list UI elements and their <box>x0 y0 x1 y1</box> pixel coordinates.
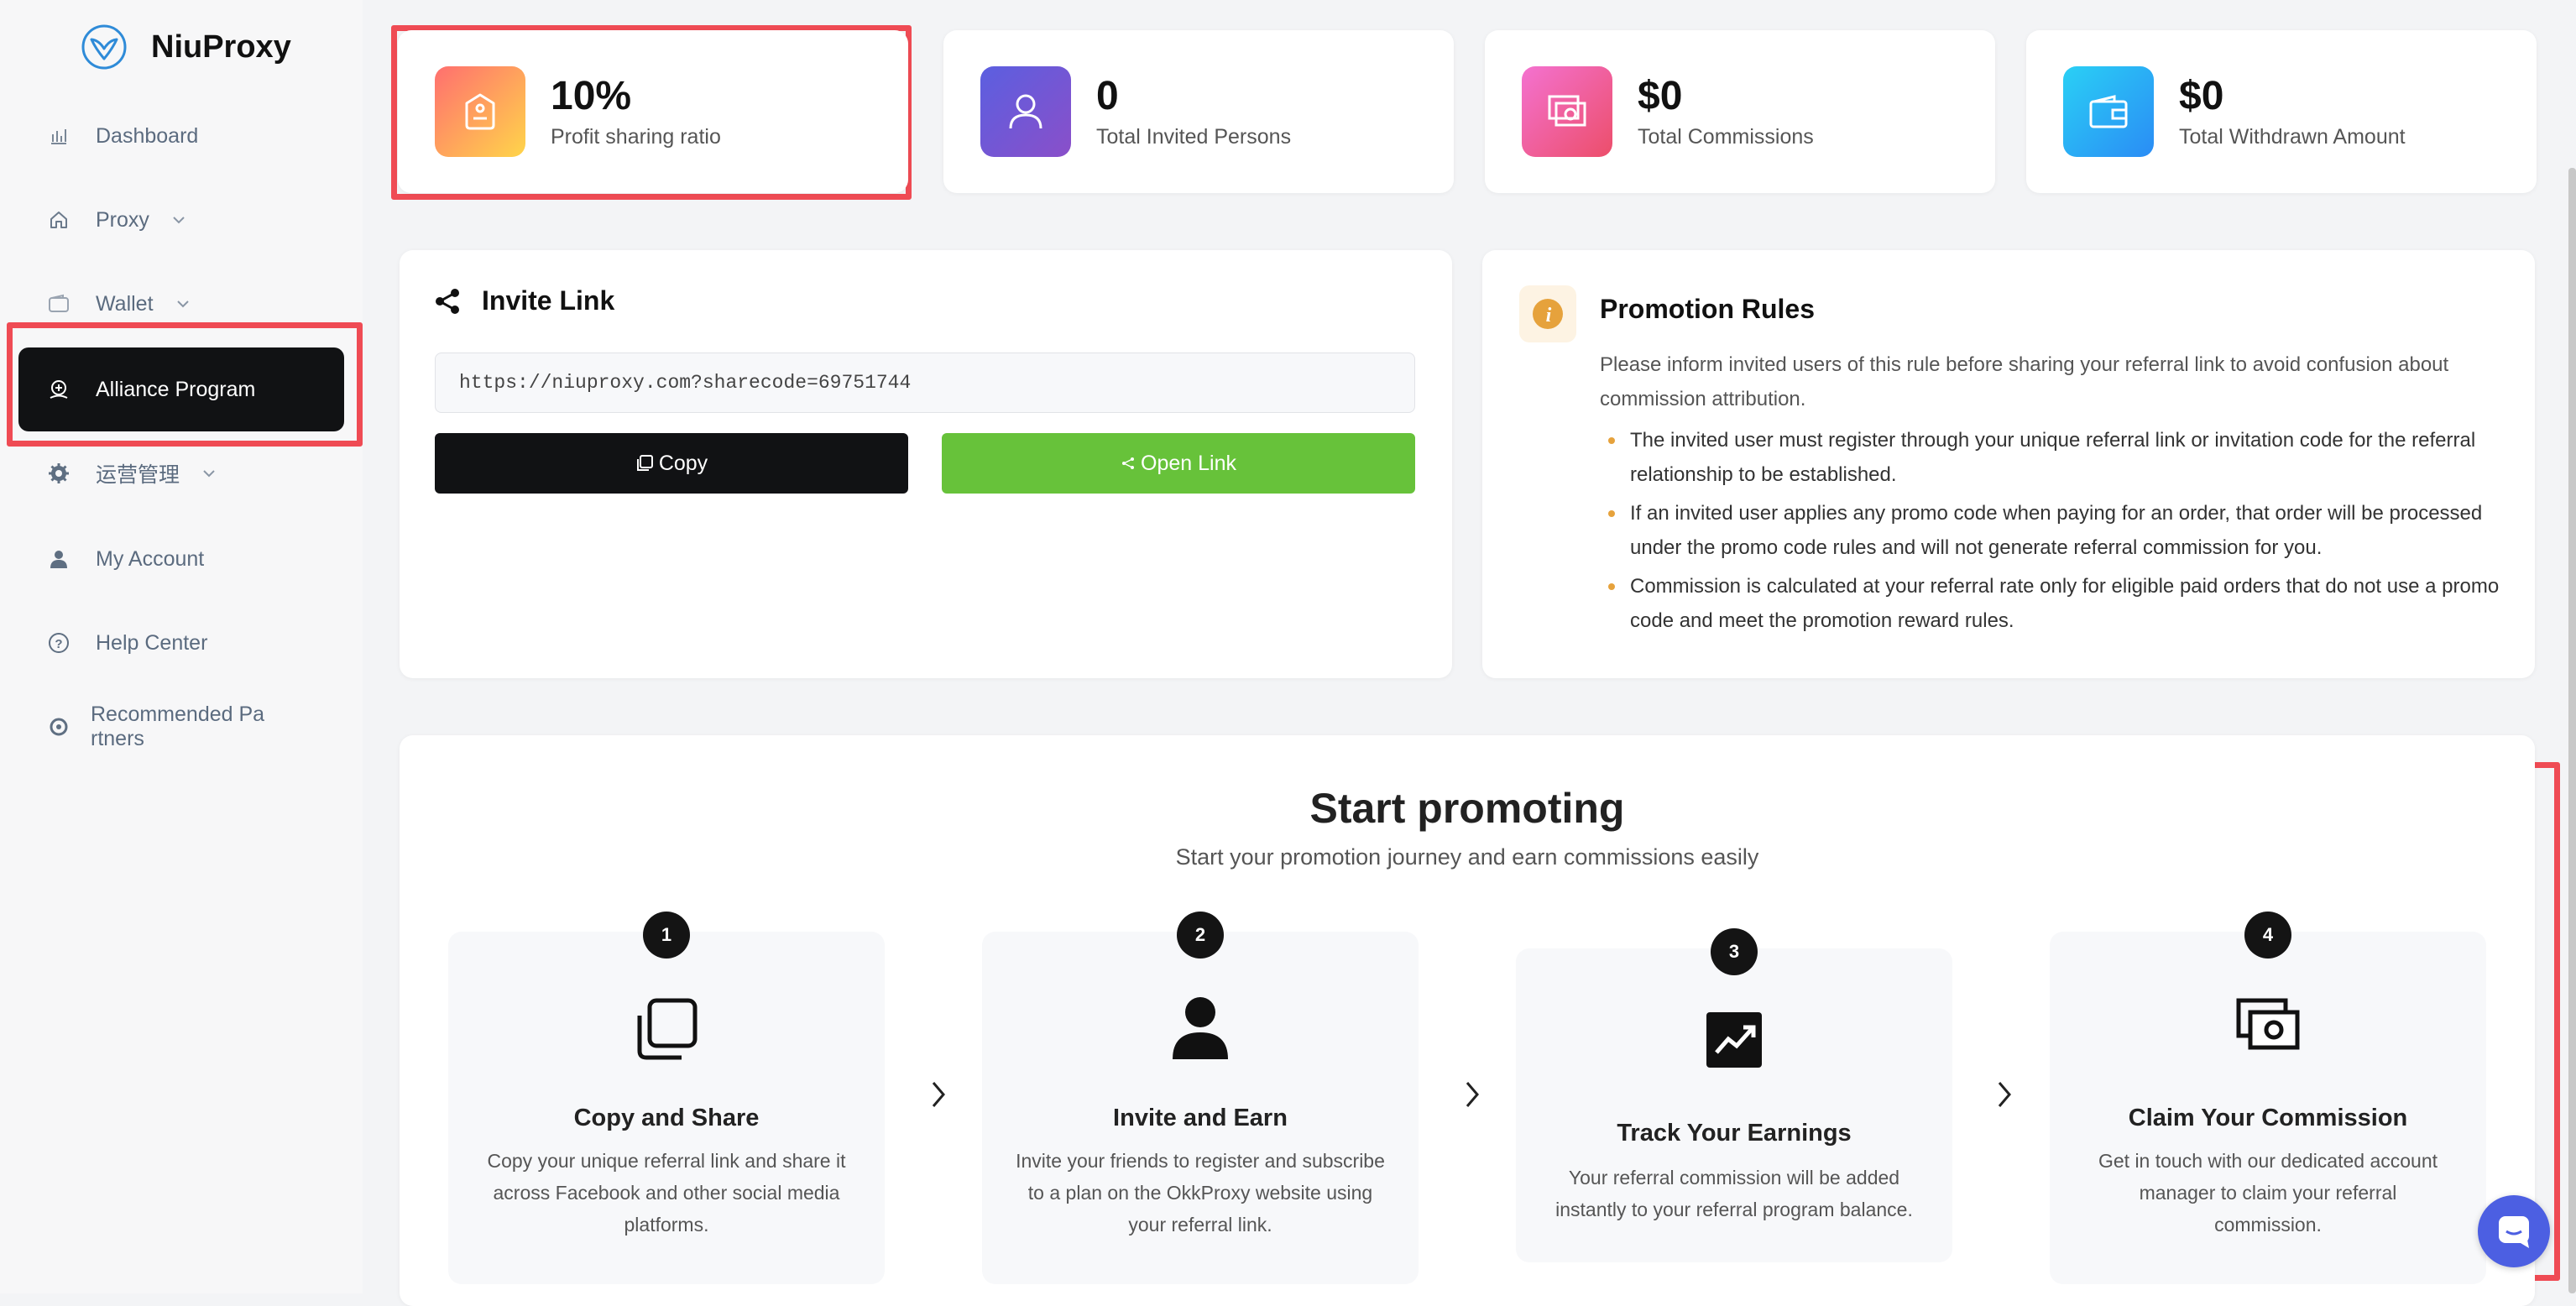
logo[interactable]: NiuProxy <box>81 24 291 71</box>
chevron-down-icon[interactable] <box>175 296 191 311</box>
step-title: Copy and Share <box>573 1105 760 1131</box>
list-item: Commission is calculated at your referra… <box>1600 569 2515 638</box>
step-description: Copy your unique referral link and share… <box>487 1150 846 1235</box>
sidebar-item-label: Help Center <box>96 630 208 655</box>
stat-value: 10% <box>551 73 632 118</box>
step-description: Get in touch with our dedicated account … <box>2098 1150 2438 1235</box>
sidebar-item-proxy[interactable]: Proxy <box>18 178 344 262</box>
invite-link-title: Invite Link <box>433 285 614 316</box>
stat-label: Total Invited Persons <box>1096 124 1292 149</box>
wallet-icon <box>2063 66 2154 157</box>
sidebar-item-label: Proxy <box>96 207 149 232</box>
share-icon <box>436 288 459 314</box>
chart-icon <box>1516 1012 1952 1068</box>
sidebar-item-wallet[interactable]: Wallet <box>18 262 344 346</box>
svg-text:?: ? <box>55 637 62 651</box>
step-card-claim-commission: 4 Claim Your Commission Get in touch wit… <box>2050 912 2486 1284</box>
sidebar-item-label: Alliance Program <box>96 377 256 401</box>
chevron-right-icon <box>1466 1082 1479 1107</box>
step-title: Claim Your Commission <box>2128 1105 2408 1131</box>
tag-icon <box>435 66 525 157</box>
money-icon <box>1522 66 1612 157</box>
open-link-button[interactable]: Open Link <box>942 433 1415 494</box>
stat-label: Profit sharing ratio <box>551 124 721 149</box>
chevron-right-icon <box>932 1082 945 1107</box>
chevron-right-icon <box>1998 1082 2011 1107</box>
stat-label: Total Withdrawn Amount <box>2179 124 2406 149</box>
step-description: Your referral commission will be added i… <box>1555 1167 1913 1220</box>
person-icon <box>980 66 1071 157</box>
step-title: Invite and Earn <box>1113 1105 1288 1131</box>
partners-icon <box>47 715 71 739</box>
chevron-down-icon[interactable] <box>201 466 217 481</box>
promotion-rules-intro: Please inform invited users of this rule… <box>1600 353 2449 410</box>
share-icon <box>1122 457 1135 469</box>
alliance-icon <box>47 378 71 401</box>
step-number: 4 <box>2244 912 2291 959</box>
money-icon <box>2050 997 2486 1053</box>
info-icon: i <box>1519 285 1576 342</box>
stat-value: $0 <box>2179 73 2224 118</box>
chat-icon <box>2499 1216 2529 1248</box>
promotion-rules-list: The invited user must register through y… <box>1600 423 2515 642</box>
promotion-rules-title: Promotion Rules <box>1600 294 1816 324</box>
list-item: If an invited user applies any promo cod… <box>1600 496 2515 565</box>
start-promoting-section: Start promoting Start your promotion jou… <box>400 735 2535 1306</box>
sidebar-item-my-account[interactable]: My Account <box>18 517 344 601</box>
wallet-icon <box>47 292 71 316</box>
sidebar-item-label: Recommended Pa rtners <box>91 703 265 750</box>
bullet-dot <box>1608 510 1615 517</box>
stat-value: $0 <box>1638 73 1683 118</box>
promotion-rules-card: i Promotion Rules Please inform invited … <box>1482 250 2535 678</box>
sidebar-item-label: Wallet <box>96 291 154 316</box>
dashboard-icon <box>47 124 71 148</box>
step-description: Invite your friends to register and subs… <box>1016 1150 1385 1235</box>
sidebar-item-label: 运营管理 <box>96 463 180 487</box>
sidebar: NiuProxy Dashboard Proxy Wallet Alliance… <box>0 0 363 1293</box>
sidebar-item-label: Dashboard <box>96 123 199 148</box>
step-card-invite-earn: 2 Invite and Earn Invite your friends to… <box>982 912 1419 1284</box>
stat-card-profit-ratio: 10% Profit sharing ratio <box>398 30 908 193</box>
person-icon <box>982 995 1419 1059</box>
bullet-dot <box>1608 437 1615 444</box>
sidebar-item-recommended-partners[interactable]: Recommended Pa rtners <box>18 685 344 769</box>
sidebar-item-help-center[interactable]: ? Help Center <box>18 601 344 685</box>
step-card-copy-share: 1 Copy and Share Copy your unique referr… <box>448 912 885 1284</box>
list-item: The invited user must register through y… <box>1600 423 2515 492</box>
gear-icon <box>47 462 71 485</box>
stat-card-total-commissions: $0 Total Commissions <box>1485 30 1995 193</box>
section-title: Start promoting <box>1309 785 1625 832</box>
sidebar-item-alliance-program[interactable]: Alliance Program <box>18 347 344 431</box>
sidebar-item-dashboard[interactable]: Dashboard <box>18 94 344 178</box>
section-subtitle: Start your promotion journey and earn co… <box>1175 844 1759 870</box>
stat-label: Total Commissions <box>1638 124 1814 149</box>
svg-text:i: i <box>1546 305 1552 326</box>
step-number: 2 <box>1177 912 1224 959</box>
invite-link-card: Invite Link https://niuproxy.com?shareco… <box>400 250 1452 678</box>
sidebar-item-operations[interactable]: 运营管理 <box>18 431 344 515</box>
user-icon <box>47 547 71 571</box>
copy-icon <box>448 995 885 1063</box>
stat-value: 0 <box>1096 73 1119 118</box>
step-number: 1 <box>643 912 690 959</box>
stat-card-invited-persons: 0 Total Invited Persons <box>943 30 1454 193</box>
chevron-down-icon[interactable] <box>171 212 186 227</box>
step-number: 3 <box>1711 928 1758 975</box>
scrollbar[interactable] <box>2568 168 2576 1293</box>
step-card-track-earnings: 3 Track Your Earnings Your referral comm… <box>1516 928 1952 1262</box>
copy-button[interactable]: Copy <box>435 433 908 494</box>
bullet-dot <box>1608 583 1615 590</box>
home-icon <box>47 208 71 232</box>
stat-card-total-withdrawn: $0 Total Withdrawn Amount <box>2026 30 2537 193</box>
help-icon: ? <box>47 631 71 655</box>
referral-link-field[interactable]: https://niuproxy.com?sharecode=69751744 <box>435 353 1415 413</box>
sidebar-item-label: My Account <box>96 546 205 571</box>
copy-icon <box>636 455 653 471</box>
chat-support-button[interactable] <box>2478 1195 2550 1267</box>
step-title: Track Your Earnings <box>1617 1120 1852 1147</box>
brand-name: NiuProxy <box>151 29 291 65</box>
niuproxy-logo-icon <box>81 24 127 70</box>
